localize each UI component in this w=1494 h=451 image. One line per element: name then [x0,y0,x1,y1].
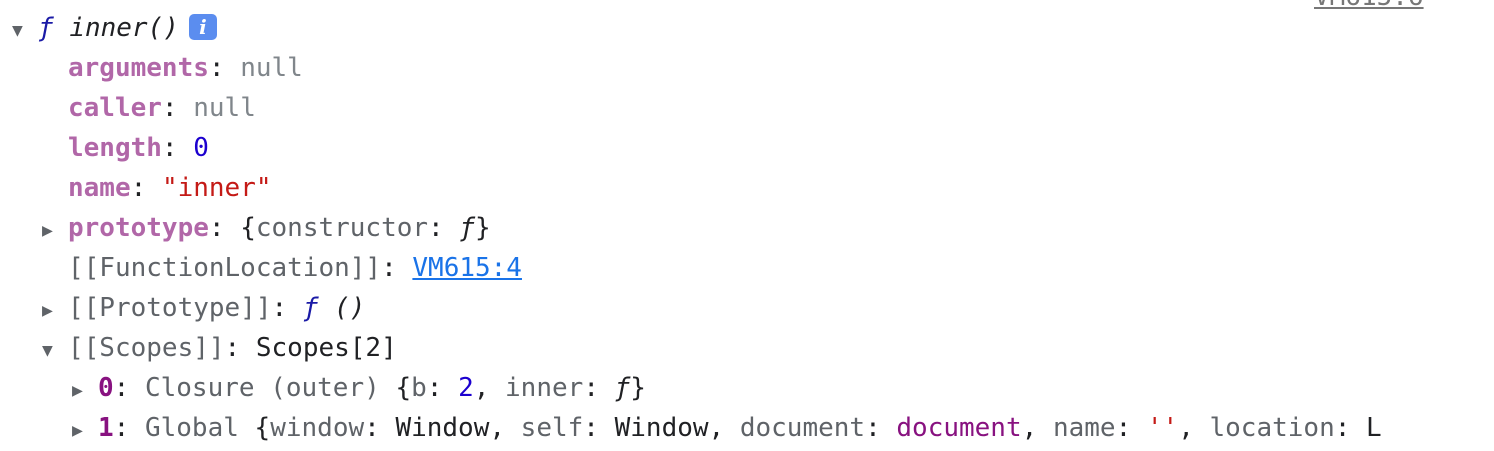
preview-function: ƒ [614,373,631,403]
property-key: length [68,133,162,163]
preview-key: window [270,413,365,443]
property-value: "inner" [161,173,272,203]
property-key: prototype [68,213,209,243]
property-row-caller: caller: null [68,93,256,123]
preview-key: b [411,373,427,403]
expand-toggle-down-icon[interactable] [42,331,68,371]
property-row-prototype[interactable]: prototype: {constructor: ƒ} [42,208,491,248]
preview-key: document [739,413,866,443]
scope-index: 0 [98,373,114,403]
property-row-name: name: "inner" [68,173,272,203]
preview-value: 2 [458,373,474,403]
function-signature: inner() [69,13,179,43]
source-location-link[interactable]: VM615:6 [1314,0,1424,12]
preview-key: name [1052,413,1116,443]
property-value: null [193,93,256,123]
property-key: name [68,173,131,203]
preview-value: '' [1146,413,1179,443]
brace-close: } [630,373,646,403]
internal-key: [[Prototype]] [68,293,272,323]
property-value: null [240,53,303,83]
expand-toggle-down-icon[interactable] [12,11,38,51]
function-header-row[interactable]: ƒ inner() i [12,8,217,48]
brace-open: { [240,213,256,243]
preview-key: self [520,413,584,443]
preview-key: constructor [255,213,429,243]
expand-toggle-right-icon[interactable] [42,211,68,251]
brace-close: } [475,213,491,243]
preview-key: location [1209,413,1335,443]
property-key: arguments [68,53,209,83]
scope-type: Global [144,413,239,443]
internal-key: [[Scopes]] [68,333,225,363]
function-keyword: ƒ [38,13,54,43]
scope-row-closure[interactable]: 0: Closure (outer) {b: 2, inner: ƒ} [72,368,646,408]
function-keyword: ƒ [302,293,319,323]
internal-key: [[FunctionLocation]] [68,253,382,283]
preview-value: document [896,413,1022,443]
brace-open: { [395,373,412,403]
property-key: caller [68,93,162,123]
expand-toggle-right-icon[interactable] [72,411,98,451]
property-row-internal-prototype[interactable]: [[Prototype]]: ƒ () [42,288,365,328]
function-location-link[interactable]: VM615:4 [412,253,522,283]
preview-value: Window [614,413,709,443]
property-row-arguments: arguments: null [68,53,303,83]
function-signature: () [334,293,366,323]
preview-key: inner [505,373,584,403]
property-value: 0 [193,133,209,163]
brace-open: { [254,413,271,443]
preview-function: ƒ [459,213,476,243]
info-icon[interactable]: i [188,14,217,40]
scope-row-global[interactable]: 1: Global {window: Window, self: Window,… [72,408,1382,448]
property-row-length: length: 0 [68,133,209,163]
property-row-function-location: [[FunctionLocation]]: VM615:4 [68,253,522,283]
scopes-value: Scopes[2] [255,333,397,363]
expand-toggle-right-icon[interactable] [42,291,68,331]
expand-toggle-right-icon[interactable] [72,371,98,411]
scope-index: 1 [98,413,114,443]
preview-value: L [1366,413,1382,443]
preview-value: Window [395,413,490,443]
property-row-scopes[interactable]: [[Scopes]]: Scopes[2] [42,328,397,368]
scope-type: Closure (outer) [144,373,380,403]
